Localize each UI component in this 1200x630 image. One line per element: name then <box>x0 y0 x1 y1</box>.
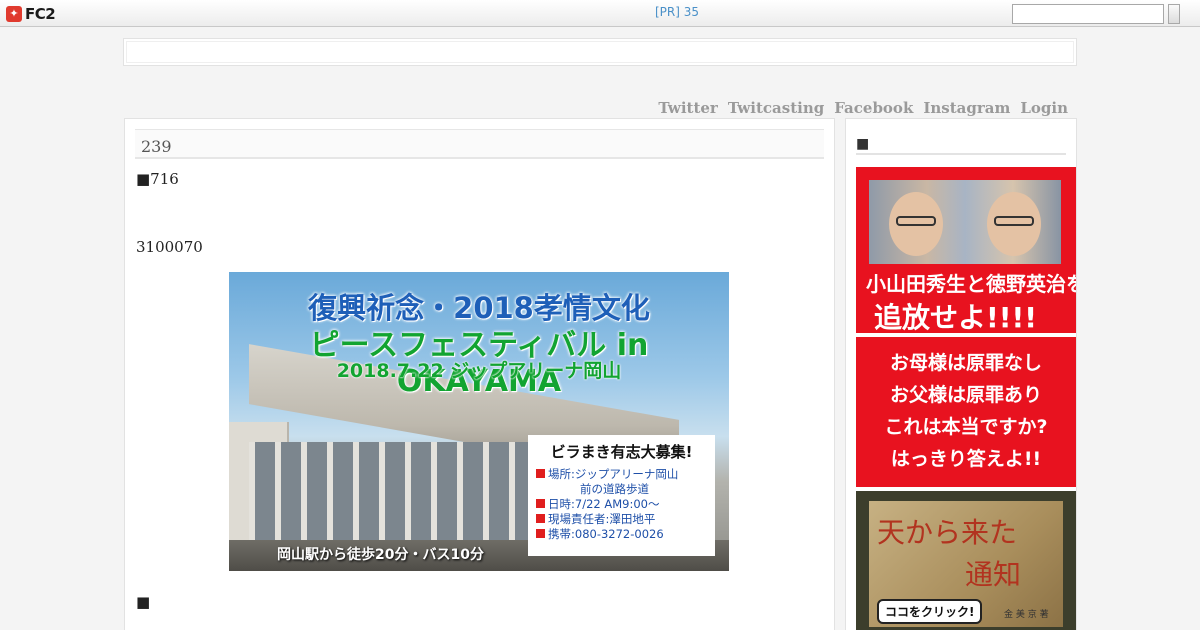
glasses-shape <box>896 216 936 226</box>
notice-row: 日時:7/22 AM9:00〜 <box>536 497 707 512</box>
banner-date: 2018.7.22 ジップアリーナ岡山 <box>336 360 622 382</box>
book-title-2: 通知 <box>965 558 1022 591</box>
bullet-square-icon <box>536 499 545 508</box>
banner-notice: ビラまき有志大募集! 場所:ジップアリーナ岡山 前の道路歩道 日時:7/22 A… <box>528 435 715 556</box>
sidebar-banner-2[interactable]: お母様は原罪なし お父様は原罪あり これは本当ですか? はっきり答えよ!! <box>856 337 1076 487</box>
banner-2-line: これは本当ですか? <box>884 416 1048 438</box>
notice-row-text: 前の道路歩道 <box>580 482 649 496</box>
notice-title: ビラまき有志大募集! <box>550 443 693 461</box>
entry-text-3: ■ <box>136 593 151 611</box>
search-input[interactable] <box>1012 4 1164 24</box>
banner-caption: 岡山駅から徒歩20分・バス10分 <box>277 547 484 563</box>
banner-2-line: お父様は原罪あり <box>889 384 1042 406</box>
notice-row-text: 携帯:080-3272-0026 <box>548 527 664 541</box>
book-cover: 天から来た 通知 ココをクリック! 金 美 京 著 <box>869 501 1063 627</box>
fc2-logo-text: FC2 <box>25 4 56 23</box>
main-column: 239 ■716 3100070 復興祈念・2018孝情文化 ピースフェスティバ… <box>124 118 835 630</box>
bullet-square-icon <box>536 529 545 538</box>
book-title-1: 天から来た <box>877 516 1018 549</box>
notice-row: 携帯:080-3272-0026 <box>536 527 707 542</box>
fc2-logo[interactable]: ✦ FC2 <box>6 4 56 23</box>
notice-row: 前の道路歩道 <box>536 482 707 497</box>
sidebar-banner-1[interactable]: 小山田秀生と徳野英治を 追放せよ!!!! <box>856 167 1076 333</box>
banner-photo <box>869 180 1061 264</box>
fc2-logo-icon: ✦ <box>6 5 22 22</box>
notice-row: 現場責任者:澤田地平 <box>536 512 707 527</box>
sidebar-banner-3[interactable]: 天から来た 通知 ココをクリック! 金 美 京 著 <box>856 491 1076 630</box>
bullet-square-icon <box>536 469 545 478</box>
event-banner-image[interactable]: 復興祈念・2018孝情文化 ピースフェスティバル in OKAYAMA 2018… <box>229 272 729 571</box>
nav-facebook[interactable]: Facebook <box>834 99 913 117</box>
entry-text-2: 3100070 <box>136 238 203 256</box>
sidebar: ■ 小山田秀生と徳野英治を 追放せよ!!!! お母様は原罪なし お父様は原罪あり… <box>845 118 1077 630</box>
book-author: 金 美 京 著 <box>1004 610 1049 620</box>
fc2-top-bar: ✦ FC2 [PR] 35 <box>0 0 1200 27</box>
blog-header <box>123 38 1077 66</box>
sidebar-title: ■ <box>856 136 1066 155</box>
banner-2-line: はっきり答えよ!! <box>890 448 1042 470</box>
notice-row: 場所:ジップアリーナ岡山 <box>536 467 707 482</box>
banner-2-line: お母様は原罪なし <box>889 352 1042 374</box>
click-here-button[interactable]: ココをクリック! <box>877 599 983 624</box>
notice-row-text: 日時:7/22 AM9:00〜 <box>548 497 660 511</box>
glasses-shape <box>994 216 1034 226</box>
nav-twitcasting[interactable]: Twitcasting <box>728 99 824 117</box>
bullet-square-icon <box>536 514 545 523</box>
nav-login[interactable]: Login <box>1020 99 1068 117</box>
notice-row-text: 現場責任者:澤田地平 <box>548 512 656 526</box>
nav-twitter[interactable]: Twitter <box>658 99 717 117</box>
top-nav: Twitter Twitcasting Facebook Instagram L… <box>658 99 1068 117</box>
banner-1-headline: 追放せよ!!!! <box>874 301 1038 333</box>
banner-1-caption: 小山田秀生と徳野英治を <box>866 272 1076 296</box>
notice-row-text: 場所:ジップアリーナ岡山 <box>548 467 679 481</box>
nav-instagram[interactable]: Instagram <box>923 99 1010 117</box>
pr-link[interactable]: [PR] 35 <box>655 5 699 19</box>
entry-title[interactable]: 239 <box>135 129 824 159</box>
entry-text-1: ■716 <box>136 170 179 188</box>
search-button[interactable] <box>1168 4 1180 24</box>
